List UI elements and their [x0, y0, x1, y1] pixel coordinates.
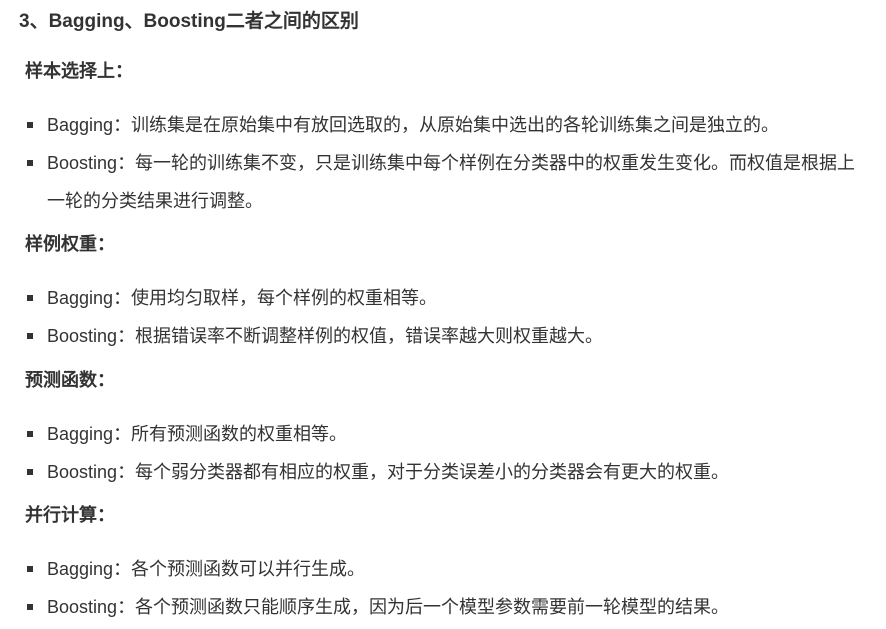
page-title: 3、Bagging、Boosting二者之间的区别	[19, 11, 359, 32]
list-item: Bagging：训练集是在原始集中有放回选取的，从原始集中选出的各轮训练集之间是…	[27, 106, 873, 144]
bullet-square-icon	[27, 566, 33, 572]
section-heading-sample-weight: 样例权重：	[25, 234, 115, 254]
list-item: Bagging：使用均匀取样，每个样例的权重相等。	[27, 279, 873, 317]
item-text: ：每个弱分类器都有相应的权重，对于分类误差小的分类器会有更大的权重。	[117, 462, 730, 482]
item-text: ：训练集是在原始集中有放回选取的，从原始集中选出的各轮训练集之间是独立的。	[113, 115, 780, 135]
item-text: ：所有预测函数的权重相等。	[113, 424, 348, 444]
list-item: Boosting：各个预测函数只能顺序生成，因为后一个模型参数需要前一轮模型的结…	[27, 588, 873, 626]
item-term: Bagging	[47, 288, 114, 308]
list-item: Boosting：每个弱分类器都有相应的权重，对于分类误差小的分类器会有更大的权…	[27, 453, 873, 491]
list-item: Boosting：每一轮的训练集不变，只是训练集中每个样例在分类器中的权重发生变…	[27, 144, 873, 220]
item-term: Bagging	[47, 424, 114, 444]
bullet-square-icon	[27, 295, 33, 301]
bullet-square-icon	[27, 333, 33, 339]
bullet-square-icon	[27, 469, 33, 475]
bullet-square-icon	[27, 604, 33, 610]
bullet-square-icon	[27, 431, 33, 437]
article-content: 3、Bagging、Boosting二者之间的区别 样本选择上： Bagging…	[0, 0, 886, 629]
section-heading-sample-selection: 样本选择上：	[25, 61, 133, 81]
item-text: ：各个预测函数可以并行生成。	[113, 559, 366, 579]
item-text: ：各个预测函数只能顺序生成，因为后一个模型参数需要前一轮模型的结果。	[117, 597, 730, 617]
section-heading-parallel-computing: 并行计算：	[25, 505, 115, 525]
bullet-square-icon	[27, 122, 33, 128]
item-term: Bagging	[47, 115, 114, 135]
item-text: ：使用均匀取样，每个样例的权重相等。	[113, 288, 438, 308]
item-term: Boosting	[47, 326, 118, 346]
list-item: Boosting：根据错误率不断调整样例的权值，错误率越大则权重越大。	[27, 317, 873, 355]
list-item: Bagging：所有预测函数的权重相等。	[27, 415, 873, 453]
item-term: Boosting	[47, 153, 118, 173]
item-term: Bagging	[47, 559, 114, 579]
item-text: ：根据错误率不断调整样例的权值，错误率越大则权重越大。	[117, 326, 604, 346]
list-item: Bagging：各个预测函数可以并行生成。	[27, 550, 873, 588]
item-term: Boosting	[47, 462, 118, 482]
section-heading-prediction-function: 预测函数：	[25, 370, 115, 390]
item-term: Boosting	[47, 597, 118, 617]
item-text: ：每一轮的训练集不变，只是训练集中每个样例在分类器中的权重发生变化。而权值是根据…	[47, 153, 856, 211]
bullet-square-icon	[27, 160, 33, 166]
